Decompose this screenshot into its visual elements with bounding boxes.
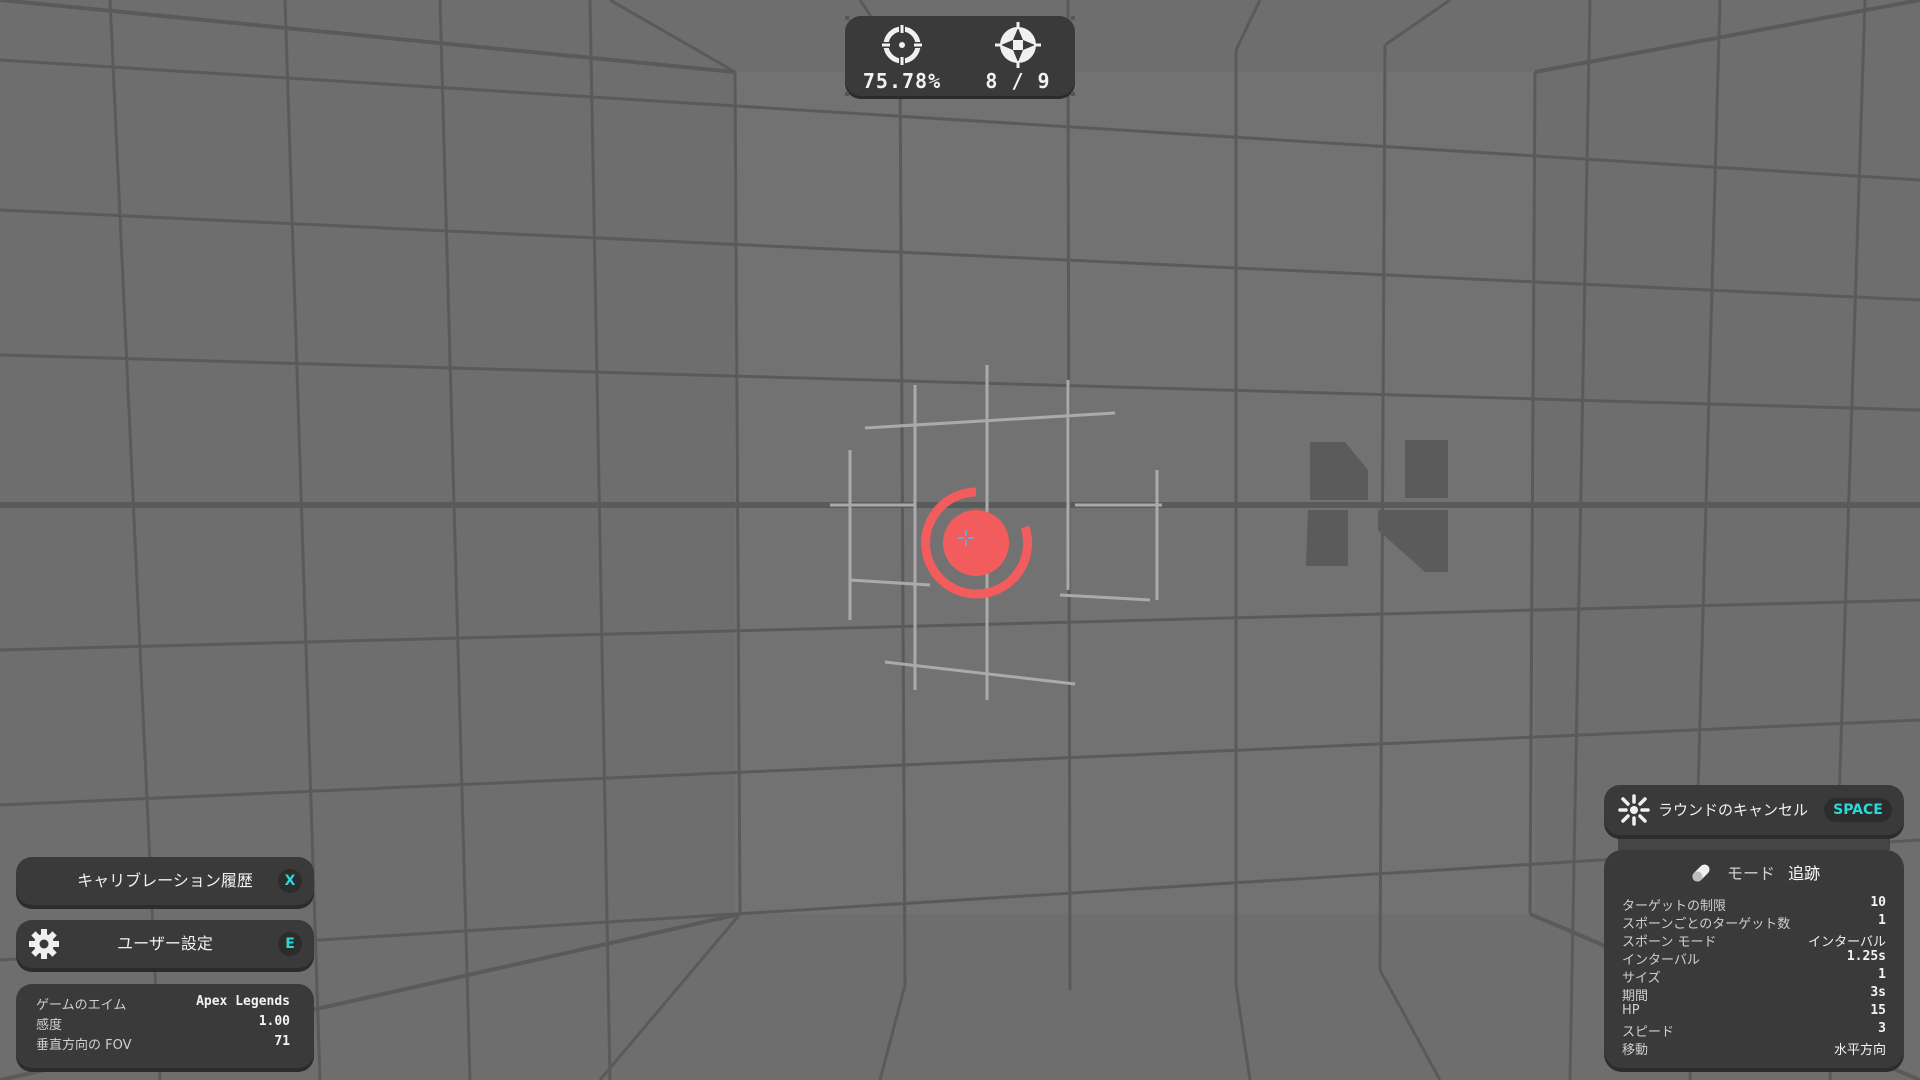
setting-key: スピード bbox=[1622, 1025, 1675, 1040]
info-value: Apex Legends bbox=[196, 994, 290, 1009]
user-settings-label: ユーザー設定 bbox=[117, 934, 213, 953]
info-key: 感度 bbox=[36, 1018, 63, 1033]
setting-row: 期間 3s bbox=[1622, 985, 1886, 1005]
setting-row: スピード 3 bbox=[1622, 1021, 1886, 1041]
setting-row: ターゲットの制限 10 bbox=[1622, 895, 1886, 915]
crosshair-target-icon bbox=[880, 23, 924, 67]
setting-row: サイズ 1 bbox=[1622, 967, 1886, 987]
space-key-badge: SPACE bbox=[1824, 798, 1892, 822]
setting-row: インターバル 1.25s bbox=[1622, 949, 1886, 969]
mode-value: 追跡 bbox=[1788, 864, 1821, 883]
score-hud: 75.78% 8 / 9 bbox=[845, 16, 1075, 96]
hud-corner bbox=[1071, 16, 1075, 20]
burst-icon bbox=[1618, 794, 1650, 830]
setting-key: サイズ bbox=[1622, 971, 1661, 986]
setting-row: スポーンごとのターゲット数 1 bbox=[1622, 913, 1886, 933]
cancel-round-button[interactable]: ラウンドのキャンセル SPACE bbox=[1604, 785, 1904, 835]
calibration-history-button[interactable]: キャリブレーション履歴 X bbox=[16, 857, 314, 905]
settings-key-badge: E bbox=[278, 932, 302, 956]
setting-row: HP 15 bbox=[1622, 1003, 1886, 1023]
mode-label: モード bbox=[1726, 864, 1775, 883]
setting-value: 10 bbox=[1870, 895, 1886, 910]
accuracy-stat: 75.78% bbox=[847, 22, 957, 93]
hud-corner bbox=[845, 16, 849, 20]
accuracy-value: 75.78% bbox=[862, 69, 942, 93]
setting-key: 期間 bbox=[1622, 989, 1649, 1004]
setting-key: インターバル bbox=[1622, 953, 1700, 968]
info-key: 垂直方向の FOV bbox=[36, 1038, 132, 1053]
calibration-history-label: キャリブレーション履歴 bbox=[77, 871, 253, 890]
cancel-round-label: ラウンドのキャンセル bbox=[1658, 801, 1809, 819]
setting-row: スポーン モード インターバル bbox=[1622, 931, 1886, 951]
setting-value: 3s bbox=[1870, 985, 1886, 1000]
info-row: 垂直方向の FOV 71 bbox=[36, 1034, 290, 1054]
hits-stat: 8 / 9 bbox=[963, 22, 1073, 93]
mode-info-panel: モード 追跡 ターゲットの制限 10 スポーンごとのターゲット数 1 スポーン … bbox=[1604, 850, 1904, 1068]
user-settings-button[interactable]: ユーザー設定 E bbox=[16, 920, 314, 968]
info-row: 感度 1.00 bbox=[36, 1014, 290, 1034]
setting-value: 15 bbox=[1870, 1003, 1886, 1018]
setting-value: 1 bbox=[1878, 913, 1886, 928]
setting-value: 1.25s bbox=[1846, 949, 1886, 964]
setting-value: 水平方向 bbox=[1833, 1043, 1886, 1058]
setting-row: 移動 水平方向 bbox=[1622, 1039, 1886, 1059]
setting-value: インターバル bbox=[1808, 935, 1886, 950]
panel-connector bbox=[1618, 835, 1890, 850]
hits-value: 8 / 9 bbox=[985, 69, 1051, 93]
setting-value: 3 bbox=[1878, 1021, 1886, 1036]
info-row: ゲームのエイム Apex Legends bbox=[36, 994, 290, 1014]
setting-key: HP bbox=[1622, 1003, 1640, 1018]
setting-value: 1 bbox=[1878, 967, 1886, 982]
setting-key: ターゲットの制限 bbox=[1622, 899, 1727, 914]
info-value: 71 bbox=[274, 1034, 290, 1049]
game-aim-info: ゲームのエイム Apex Legends 感度 1.00 垂直方向の FOV 7… bbox=[16, 984, 314, 1068]
setting-key: スポーン モード bbox=[1622, 935, 1717, 950]
calibration-key-badge: X bbox=[278, 869, 302, 893]
setting-key: スポーンごとのターゲット数 bbox=[1622, 917, 1791, 932]
info-value: 1.00 bbox=[258, 1014, 290, 1029]
setting-key: 移動 bbox=[1622, 1043, 1649, 1058]
target-reticle-icon bbox=[995, 22, 1041, 68]
pill-icon bbox=[1688, 862, 1714, 888]
info-key: ゲームのエイム bbox=[36, 998, 127, 1013]
mode-header: モード 追跡 bbox=[1604, 860, 1904, 890]
